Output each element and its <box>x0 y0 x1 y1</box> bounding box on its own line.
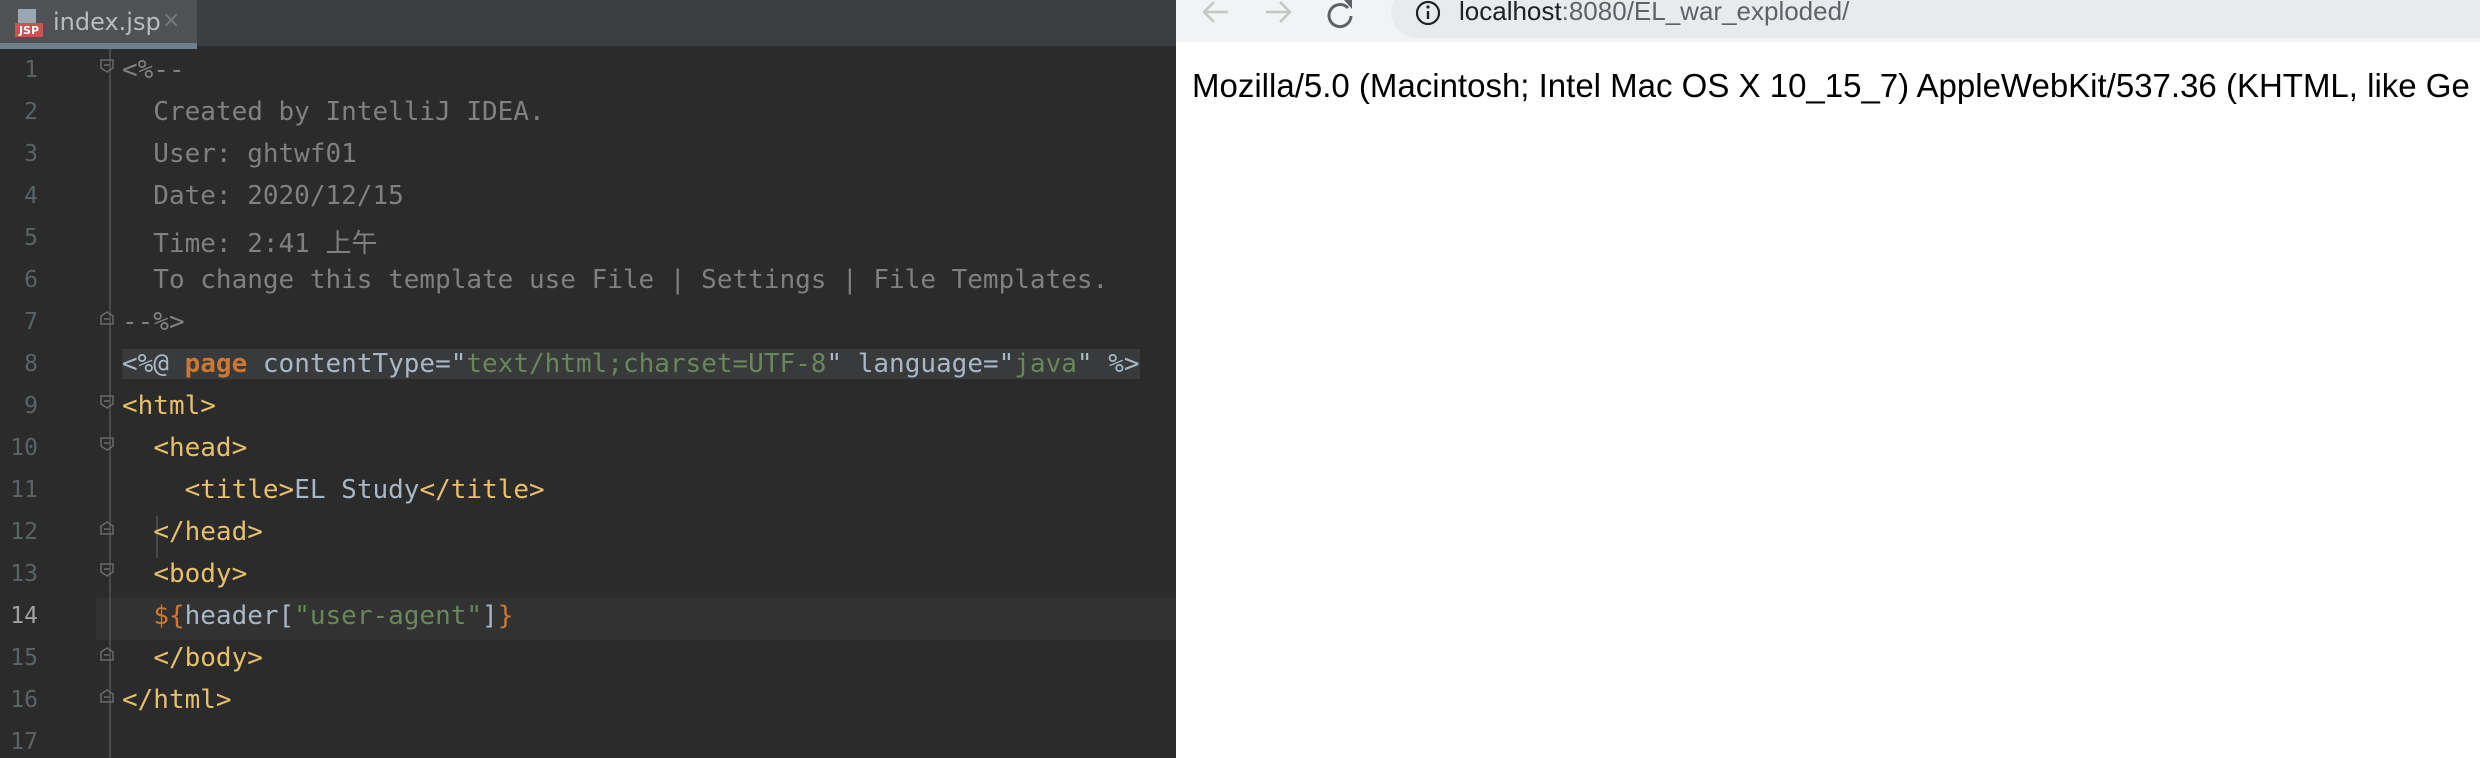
reload-icon[interactable] <box>1320 0 1360 34</box>
jsp-icon-label: JSP <box>18 24 39 37</box>
code-line-html-close: </html> <box>122 685 232 715</box>
line-number: 6 <box>24 267 38 293</box>
html-tag: </title> <box>419 475 545 505</box>
browser-window: localhost:8080/EL_war_exploded/ Mozilla/… <box>1176 0 2480 758</box>
line-number: 8 <box>24 351 38 377</box>
code-line-comment: To change this template use File | Setti… <box>122 265 1109 295</box>
line-number: 7 <box>24 309 38 335</box>
directive-keyword: page <box>184 349 248 379</box>
line-number: 13 <box>10 561 38 587</box>
tab-close-icon[interactable]: × <box>162 8 180 33</box>
directive-attr: contentType=" <box>247 349 467 379</box>
line-number: 2 <box>24 99 38 125</box>
code-line-comment: --%> <box>122 307 185 337</box>
line-number: 9 <box>24 393 38 419</box>
url-text[interactable]: localhost:8080/EL_war_exploded/ <box>1459 0 1849 27</box>
fold-open-icon[interactable] <box>100 563 114 577</box>
line-number: 4 <box>24 183 38 209</box>
html-tag: <title> <box>184 475 295 505</box>
editor-tab-index-jsp[interactable]: JSP index.jsp × <box>0 0 197 43</box>
line-number: 11 <box>10 477 38 503</box>
code-line-el-expression: ${header["user-agent"]} <box>122 601 513 631</box>
fold-close-icon[interactable] <box>100 521 114 535</box>
line-number-current: 14 <box>10 603 38 629</box>
code-line-page-directive: <%@ page contentType="text/html;charset=… <box>122 349 1140 379</box>
code-line-head-open: <head> <box>122 433 247 463</box>
html-tag: </html> <box>122 685 232 715</box>
tab-label: index.jsp <box>53 8 161 36</box>
forward-arrow-icon[interactable] <box>1258 0 1298 34</box>
html-tag: <body> <box>153 559 248 589</box>
code-line-comment: <%-- <box>122 55 185 85</box>
back-arrow-icon[interactable] <box>1196 0 1236 34</box>
code-editor[interactable]: 1 2 3 4 5 6 7 8 9 10 11 12 13 14 15 16 1… <box>0 49 1176 758</box>
code-line-comment: Created by IntelliJ IDEA. <box>122 97 545 127</box>
fold-open-icon[interactable] <box>100 437 114 451</box>
fold-open-icon[interactable] <box>100 59 114 73</box>
page-body-text: Mozilla/5.0 (Macintosh; Intel Mac OS X 1… <box>1192 67 2470 104</box>
url-path: :8080/EL_war_exploded/ <box>1561 0 1850 26</box>
ide-editor-pane: JSP index.jsp × 1 2 3 4 5 6 7 8 9 10 11 … <box>0 0 1176 758</box>
editor-tab-bar: JSP index.jsp × <box>0 0 1176 49</box>
fold-close-icon[interactable] <box>100 689 114 703</box>
code-line-comment: Time: 2:41 上午 <box>122 229 378 259</box>
line-number: 5 <box>24 225 38 251</box>
code-line-title: <title>EL Study</title> <box>122 475 545 505</box>
el-identifier: header[ <box>184 601 295 631</box>
html-tag: <head> <box>153 433 248 463</box>
el-string: "user-agent" <box>294 601 483 631</box>
code-line-html-open: <html> <box>122 391 216 421</box>
line-number: 12 <box>10 519 38 545</box>
directive-value: text/html;charset=UTF-8 <box>466 349 827 379</box>
el-bracket: ] <box>482 601 498 631</box>
browser-toolbar: localhost:8080/EL_war_exploded/ <box>1176 0 2480 42</box>
directive-value: java <box>1014 349 1077 379</box>
info-icon[interactable] <box>1413 0 1443 30</box>
directive-attr: " language=" <box>826 349 1015 379</box>
code-line-body-close: </body> <box>122 643 263 673</box>
el-close: } <box>497 601 514 631</box>
html-tag: </body> <box>153 643 263 673</box>
line-number: 15 <box>10 645 38 671</box>
line-number: 16 <box>10 687 38 713</box>
html-tag: <html> <box>122 391 216 421</box>
jsp-file-icon: JSP <box>15 9 43 37</box>
url-host: localhost <box>1459 0 1562 26</box>
code-line-head-close: </head> <box>122 517 263 547</box>
fold-close-icon[interactable] <box>100 647 114 661</box>
directive-open: <%@ <box>122 349 185 379</box>
code-line-comment: User: ghtwf01 <box>122 139 357 169</box>
directive-close: " %> <box>1076 349 1140 379</box>
code-line-comment: Date: 2020/12/15 <box>122 181 404 211</box>
fold-close-icon[interactable] <box>100 311 114 325</box>
line-number: 10 <box>10 435 38 461</box>
code-line-body-open: <body> <box>122 559 247 589</box>
line-number: 1 <box>24 57 38 83</box>
title-text: EL Study <box>294 475 420 505</box>
el-open: ${ <box>153 601 185 631</box>
fold-open-icon[interactable] <box>100 395 114 409</box>
line-number: 17 <box>10 729 38 755</box>
line-number: 3 <box>24 141 38 167</box>
html-tag: </head> <box>153 517 263 547</box>
